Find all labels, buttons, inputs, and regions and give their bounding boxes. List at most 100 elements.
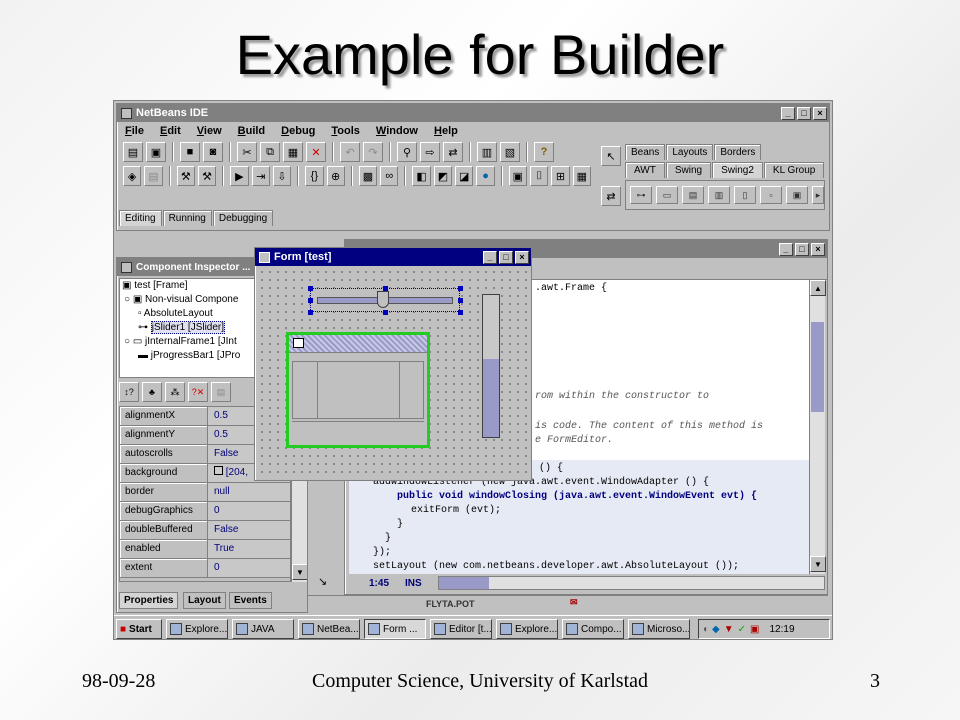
copy-icon[interactable]: ⧉	[260, 142, 280, 162]
step-over-icon[interactable]: ⇥	[251, 166, 270, 186]
debug-start-icon[interactable]: ⚒	[176, 166, 195, 186]
editor-maximize-button[interactable]: □	[795, 242, 809, 256]
form-close-button[interactable]: ×	[515, 250, 529, 264]
close-button[interactable]: ×	[813, 106, 827, 120]
tray-network-icon[interactable]: ◆	[712, 624, 720, 635]
taskbar-item[interactable]: Compo...	[562, 619, 624, 639]
debug-stop-icon[interactable]: ⚒	[197, 166, 217, 186]
cut-icon[interactable]: ✂	[237, 142, 257, 162]
menu-window[interactable]: Window	[376, 125, 418, 137]
editor-minimize-button[interactable]: _	[779, 242, 793, 256]
selection-mode-icon[interactable]: ↖	[601, 146, 621, 166]
explorer-icon[interactable]: ▩	[358, 166, 378, 186]
form-editor-icon[interactable]: ◧	[412, 166, 431, 186]
menu-file[interactable]: File	[125, 125, 144, 137]
tab-layouts[interactable]: Layouts	[666, 144, 714, 160]
filter-icon[interactable]: ⁂	[165, 382, 185, 402]
globe-icon[interactable]: ●	[476, 166, 495, 186]
sort-by-type-icon[interactable]: ♣	[142, 382, 162, 402]
taskbar-item[interactable]: Microso...	[628, 619, 690, 639]
compile-icon[interactable]: ◈	[123, 166, 142, 186]
taskbar-item[interactable]: Editor [t...	[430, 619, 492, 639]
property-row[interactable]: border null	[120, 483, 290, 502]
save-icon[interactable]: ■	[180, 142, 200, 162]
slider-thumb[interactable]	[377, 291, 389, 308]
help-icon[interactable]: ?	[534, 142, 554, 162]
menu-edit[interactable]: Edit	[160, 125, 181, 137]
frame-icon[interactable]: ⊞	[551, 166, 570, 186]
options-icon[interactable]: ▧	[500, 142, 520, 162]
maximize-button[interactable]: □	[797, 106, 811, 120]
tab-events[interactable]: Events	[229, 592, 272, 609]
sort-by-name-icon[interactable]: ↕?	[119, 382, 139, 402]
replace-icon[interactable]: ⇄	[443, 142, 463, 162]
scroll-down-icon[interactable]: ▼	[810, 556, 826, 572]
palette-scroll-icon[interactable]: ▸	[812, 186, 824, 204]
tab-properties[interactable]: Properties	[119, 592, 179, 609]
tab-borders[interactable]: Borders	[714, 144, 762, 160]
tab-beans[interactable]: Beans	[625, 144, 666, 160]
step-into-icon[interactable]: ⇩	[272, 166, 292, 186]
menu-debug[interactable]: Debug	[281, 125, 315, 137]
tab-swing2[interactable]: Swing2	[712, 162, 763, 178]
find-next-icon[interactable]: ⇨	[420, 142, 440, 162]
property-row[interactable]: doubleBuffered False	[120, 521, 290, 540]
label-component-icon[interactable]: ▣	[786, 186, 808, 204]
scroll-up-icon[interactable]: ▲	[810, 280, 826, 296]
taskbar-item-active[interactable]: Form ...	[364, 619, 426, 639]
split-component-icon[interactable]: ▥	[708, 186, 730, 204]
menu-help[interactable]: Help	[434, 125, 458, 137]
build-icon[interactable]: ▤	[144, 166, 163, 186]
form-design-area[interactable]	[258, 268, 530, 478]
progress-component-icon[interactable]: ▭	[656, 186, 678, 204]
tab-kl-group[interactable]: KL Group	[763, 162, 825, 178]
tab-awt[interactable]: AWT	[625, 162, 665, 178]
text-component-icon[interactable]: ▤	[682, 186, 704, 204]
internal-frame-component-icon[interactable]: ▯	[734, 186, 756, 204]
open-project-icon[interactable]: ▣	[146, 142, 166, 162]
start-button[interactable]: ■ Start	[116, 619, 162, 639]
desktop-component-icon[interactable]: ▫	[760, 186, 782, 204]
jslider1[interactable]	[310, 288, 460, 312]
menu-build[interactable]: Build	[238, 125, 266, 137]
breakpoint-icon[interactable]: {}	[305, 166, 324, 186]
customize-icon[interactable]: ▤	[211, 382, 231, 402]
connection-mode-icon[interactable]: ⇄	[601, 186, 621, 206]
slider-component-icon[interactable]: ⊶	[630, 186, 652, 204]
tray-monitor-icon[interactable]: ▣	[750, 624, 759, 635]
properties-icon[interactable]: ▥	[477, 142, 497, 162]
read-only-icon[interactable]: ?✕	[188, 382, 208, 402]
paste-icon[interactable]: ▦	[283, 142, 303, 162]
property-row[interactable]: enabled True	[120, 540, 290, 559]
tab-swing[interactable]: Swing	[665, 162, 712, 178]
find-icon[interactable]: ⚲	[397, 142, 417, 162]
form-maximize-button[interactable]: □	[499, 250, 513, 264]
glasses-icon[interactable]: ∞	[380, 166, 399, 186]
output-icon[interactable]: ▣	[508, 166, 527, 186]
delete-icon[interactable]: ✕	[306, 142, 326, 162]
tab-running[interactable]: Running	[162, 210, 212, 226]
form-minimize-button[interactable]: _	[483, 250, 497, 264]
tray-connection-icon[interactable]: ✓	[738, 624, 746, 635]
save-all-icon[interactable]: ◙	[203, 142, 223, 162]
taskbar-item[interactable]: Explore...	[496, 619, 558, 639]
taskbar-item[interactable]: Explore...	[166, 619, 228, 639]
editor-window-icon[interactable]: ◩	[433, 166, 453, 186]
grid-icon[interactable]: ▦	[572, 166, 591, 186]
inspector-icon[interactable]: ◪	[455, 166, 474, 186]
tray-antivirus-icon[interactable]: ▼	[724, 624, 734, 635]
tray-speaker-icon[interactable]: ◖	[702, 624, 708, 635]
menu-tools[interactable]: Tools	[331, 125, 360, 137]
console-icon[interactable]: ⌷	[530, 166, 549, 186]
redo-icon[interactable]: ↷	[363, 142, 383, 162]
tab-debugging[interactable]: Debugging	[212, 210, 274, 226]
property-row[interactable]: debugGraphics 0	[120, 502, 290, 521]
editor-vertical-scrollbar[interactable]: ▲ ▼	[809, 280, 826, 574]
taskbar-item[interactable]: JAVA	[232, 619, 294, 639]
jinternalframe1[interactable]	[286, 332, 430, 448]
menu-view[interactable]: View	[197, 125, 222, 137]
editor-close-button[interactable]: ×	[811, 242, 825, 256]
new-file-icon[interactable]: ▤	[123, 142, 143, 162]
scroll-down-icon[interactable]: ▼	[292, 564, 307, 580]
minimize-button[interactable]: _	[781, 106, 795, 120]
